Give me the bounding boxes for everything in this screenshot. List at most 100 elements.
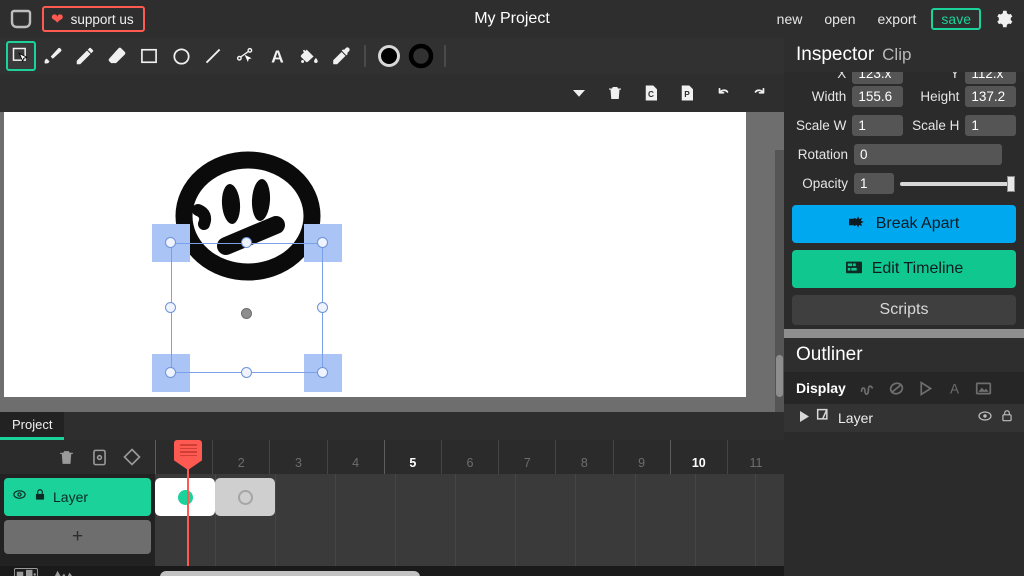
stroke-color-swatch[interactable]: [406, 41, 436, 71]
text-a-icon[interactable]: A: [946, 379, 964, 397]
break-apart-label: Break Apart: [875, 215, 960, 232]
inspector-row-scale: Scale W 1 Scale H 1: [792, 111, 1016, 140]
keyframe-dot-icon: [177, 489, 193, 505]
header-actions: new open export save: [766, 6, 1024, 32]
svg-text:P: P: [684, 90, 690, 99]
smiley-artwork[interactable]: [168, 148, 328, 288]
rotation-label: Rotation: [797, 147, 848, 162]
inspector-row-rotation: Rotation 0: [792, 140, 1016, 169]
opacity-slider[interactable]: [900, 175, 1015, 192]
timeline-horizontal-scrollbar[interactable]: [160, 571, 420, 576]
open-button[interactable]: open: [813, 8, 866, 30]
eye-icon[interactable]: [977, 408, 993, 429]
layer-name-label: Layer: [53, 489, 89, 505]
svg-text:A: A: [950, 381, 960, 396]
timeline-keyframe-cell[interactable]: [155, 478, 215, 516]
timeline-layer-row[interactable]: Layer: [4, 478, 151, 516]
x-label: X: [837, 72, 847, 81]
lock-icon[interactable]: [33, 488, 47, 507]
eyedropper-tool[interactable]: [326, 41, 356, 71]
path-squiggle-icon[interactable]: [859, 379, 877, 397]
ruler-tick: 5: [383, 440, 441, 474]
x-field[interactable]: 123.x: [852, 72, 903, 84]
support-us-button[interactable]: ❤ support us: [42, 6, 145, 32]
add-layer-button[interactable]: +: [4, 520, 151, 554]
button-play-icon[interactable]: [917, 379, 935, 397]
scale-h-label: Scale H: [912, 118, 960, 133]
pencil-tool[interactable]: [70, 41, 100, 71]
frame-range-icon[interactable]: [14, 568, 38, 576]
inspector-fields: X 123.x Y 112.x Width 155.6 Height 137.2…: [784, 72, 1024, 330]
edit-timeline-button[interactable]: Edit Timeline: [792, 250, 1016, 288]
ruler-tick: 4: [326, 440, 384, 474]
gear-icon[interactable]: [990, 6, 1016, 32]
outliner-item-layer[interactable]: Layer: [784, 404, 1024, 432]
canvas-area: C P: [0, 74, 784, 412]
clip-icon[interactable]: [888, 379, 906, 397]
canvas-vertical-scrollbar[interactable]: [775, 150, 784, 412]
wick-editor-window: ❤ support us My Project new open export …: [0, 0, 1024, 576]
path-cursor-tool[interactable]: [230, 41, 260, 71]
chevron-down-icon[interactable]: [568, 82, 590, 104]
timeline-header-actions: [0, 440, 155, 474]
inspector-horizontal-scrollbar[interactable]: [784, 329, 1024, 338]
y-field[interactable]: 112.x: [965, 72, 1016, 84]
scale-h-field[interactable]: 1: [965, 115, 1016, 136]
trash-icon[interactable]: [604, 82, 626, 104]
outliner-title: Outliner: [784, 338, 1024, 372]
cursor-tool[interactable]: [6, 41, 36, 71]
timeline-frame-cell[interactable]: [215, 478, 275, 516]
tab-project[interactable]: Project: [0, 412, 65, 440]
scripts-label: Scripts: [879, 301, 929, 318]
save-button[interactable]: save: [931, 8, 981, 30]
scripts-button[interactable]: Scripts: [792, 295, 1016, 325]
new-button[interactable]: new: [766, 8, 814, 30]
height-field[interactable]: 137.2: [965, 86, 1016, 107]
canvas-paper[interactable]: [4, 112, 746, 397]
undo-icon[interactable]: [712, 82, 734, 104]
image-icon[interactable]: [975, 379, 993, 397]
fill-color-swatch[interactable]: [374, 41, 404, 71]
timeline-frames-grid[interactable]: [155, 440, 784, 566]
timeline-playhead[interactable]: [174, 440, 202, 566]
inspector-row-size: Width 155.6 Height 137.2: [792, 82, 1016, 111]
line-tool[interactable]: [198, 41, 228, 71]
text-tool[interactable]: A: [262, 41, 292, 71]
eye-icon[interactable]: [12, 487, 27, 507]
lock-icon[interactable]: [1000, 409, 1014, 428]
inspector-header: Inspector Clip: [784, 38, 1024, 72]
ellipse-tool[interactable]: [166, 41, 196, 71]
copy-c-icon[interactable]: C: [640, 82, 662, 104]
keyframe-diamond-icon[interactable]: [121, 446, 143, 468]
ruler-tick: 6: [440, 440, 498, 474]
width-field[interactable]: 155.6: [852, 86, 903, 107]
timeline-ruler[interactable]: 1 2 3 4 5 6 7 8 9 10 11: [155, 440, 784, 474]
frame-ring-icon: [237, 489, 253, 505]
break-apart-button[interactable]: Break Apart: [792, 205, 1016, 243]
scale-w-field[interactable]: 1: [852, 115, 903, 136]
brush-tool[interactable]: [38, 41, 68, 71]
opacity-field[interactable]: 1: [854, 173, 894, 194]
mountains-icon[interactable]: [52, 568, 76, 576]
ruler-tick: 2: [212, 440, 269, 474]
export-button[interactable]: export: [867, 8, 928, 30]
rotation-field[interactable]: 0: [854, 144, 1002, 165]
paste-p-icon[interactable]: P: [676, 82, 698, 104]
fill-bucket-tool[interactable]: [294, 41, 324, 71]
frame-icon[interactable]: [88, 446, 110, 468]
layer-frame-strip: [155, 478, 784, 516]
opacity-label: Opacity: [802, 176, 848, 191]
inspector-title: Inspector: [796, 44, 875, 65]
expand-triangle-icon[interactable]: [800, 409, 809, 427]
timeline-panel: Project 1 2 3 4 5 6 7 8 9 10 11: [0, 412, 784, 576]
redo-icon[interactable]: [748, 82, 770, 104]
timeline-footer: [0, 566, 784, 576]
outliner-item-label: Layer: [838, 410, 874, 426]
rectangle-tool[interactable]: [134, 41, 164, 71]
wick-logo-icon[interactable]: [8, 6, 34, 32]
svg-text:A: A: [271, 46, 284, 66]
trash-icon[interactable]: [55, 446, 77, 468]
ruler-tick: 10: [669, 440, 727, 474]
eraser-tool[interactable]: [102, 41, 132, 71]
canvas-stage[interactable]: [0, 112, 784, 412]
